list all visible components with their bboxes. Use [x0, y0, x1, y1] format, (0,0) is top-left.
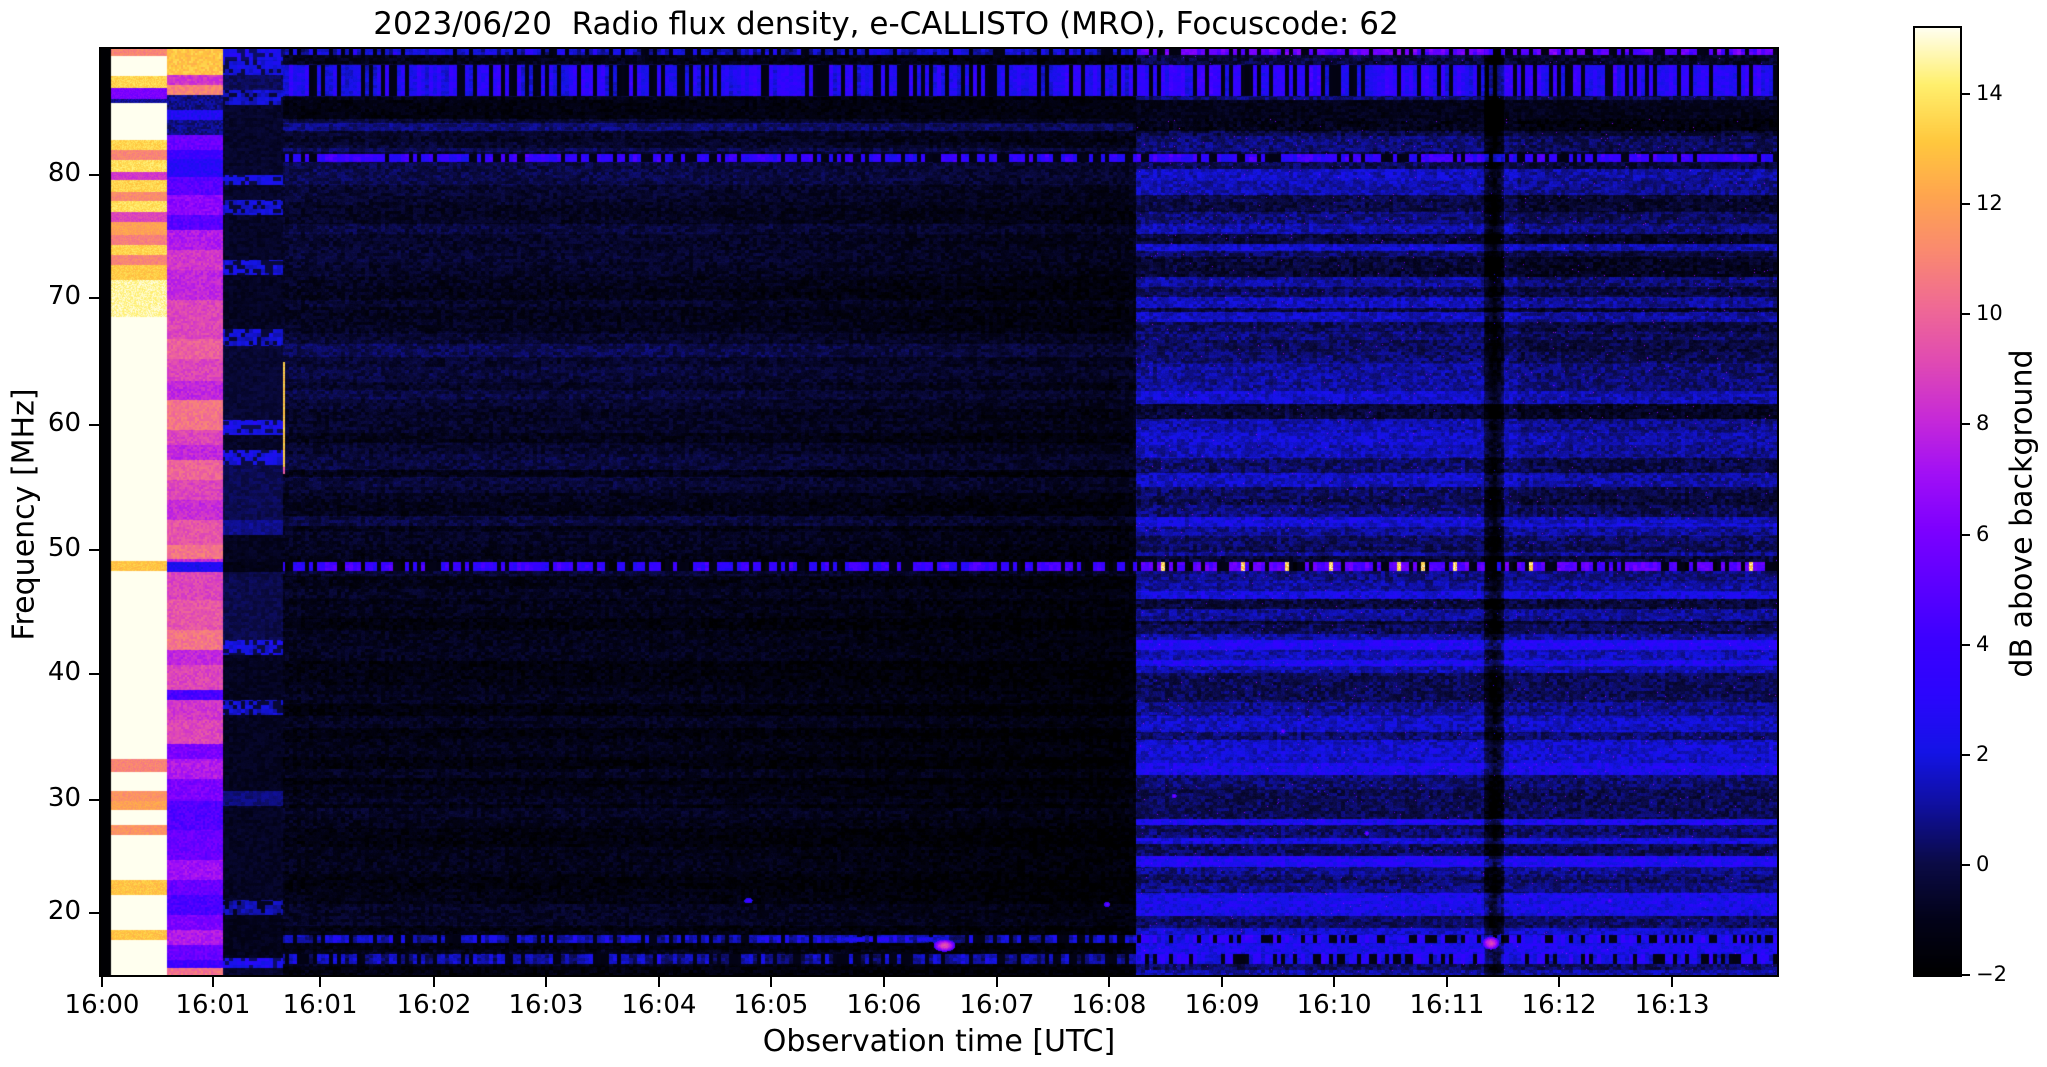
x-tick-label: 16:11 [1409, 990, 1485, 1020]
colorbar-tick-mark [1962, 753, 1970, 756]
colorbar-tick-mark [1962, 643, 1970, 646]
x-tick-mark [1445, 977, 1448, 987]
x-tick-mark [433, 977, 436, 987]
x-tick-mark [883, 977, 886, 987]
x-tick-mark [1333, 977, 1336, 987]
spectrogram-heatmap [101, 49, 1777, 975]
x-tick-label: 16:05 [733, 990, 809, 1020]
x-tick-mark [1671, 977, 1674, 987]
x-tick-mark [769, 977, 772, 987]
x-tick-mark [657, 977, 660, 987]
colorbar-tick-mark [1962, 93, 1970, 96]
colorbar-tick-mark [1962, 533, 1970, 536]
y-tick-label: 70 [47, 281, 81, 312]
y-tick-label: 40 [47, 657, 81, 688]
x-axis-label: Observation time [UTC] [762, 1024, 1116, 1059]
colorbar-tick-label: 6 [1976, 521, 1990, 546]
x-tick-label: 16:01 [175, 990, 251, 1020]
x-tick-mark [544, 977, 547, 987]
x-tick-mark [995, 977, 998, 987]
colorbar-tick-label: −2 [1976, 962, 2007, 986]
x-tick-label: 16:10 [1296, 990, 1372, 1020]
y-tick-label: 60 [47, 407, 81, 438]
colorbar-tick-mark [1962, 423, 1970, 426]
colorbar-tick-label: 2 [1976, 741, 1990, 766]
x-tick-label: 16:08 [1071, 990, 1147, 1020]
y-tick-mark [89, 673, 99, 676]
x-tick-label: 16:12 [1521, 990, 1597, 1020]
colorbar-tick-label: 14 [1976, 81, 2003, 106]
x-tick-mark [1558, 977, 1561, 987]
x-tick-mark [101, 977, 103, 987]
x-tick-label: 16:07 [959, 990, 1035, 1020]
x-tick-label: 16:06 [846, 990, 922, 1020]
y-tick-mark [89, 423, 99, 426]
colorbar-label: dB above background [2004, 349, 2040, 678]
y-tick-label: 20 [47, 895, 81, 926]
colorbar-tick-label: 8 [1976, 411, 1990, 436]
x-tick-label: 16:00 [64, 990, 140, 1020]
colorbar-tick-mark [1962, 863, 1970, 866]
y-tick-label: 80 [47, 157, 81, 188]
chart-title: 2023/06/20 Radio flux density, e-CALLIST… [373, 6, 1399, 42]
x-tick-mark [319, 977, 322, 987]
colorbar-gradient [1915, 28, 1960, 975]
y-tick-mark [89, 297, 99, 300]
y-tick-label: 50 [47, 532, 81, 563]
x-tick-label: 16:09 [1184, 990, 1260, 1020]
colorbar-tick-label: 0 [1976, 851, 1990, 876]
x-tick-mark [211, 977, 214, 987]
colorbar-tick-label: 4 [1976, 631, 1990, 656]
y-tick-label: 30 [47, 782, 81, 813]
spectrogram-figure: 2023/06/20 Radio flux density, e-CALLIST… [0, 0, 2047, 1067]
x-tick-label: 16:03 [508, 990, 584, 1020]
colorbar-tick-label: 10 [1976, 301, 2003, 326]
x-tick-mark [1107, 977, 1110, 987]
x-tick-mark [1221, 977, 1224, 987]
colorbar-tick-mark [1962, 313, 1970, 316]
y-tick-mark [89, 911, 99, 914]
x-tick-label: 16:13 [1634, 990, 1710, 1020]
colorbar-tick-label: 12 [1976, 191, 2003, 216]
x-tick-label: 16:01 [282, 990, 358, 1020]
y-tick-mark [89, 548, 99, 551]
x-tick-label: 16:04 [621, 990, 697, 1020]
colorbar-tick-mark [1962, 203, 1970, 206]
x-tick-label: 16:02 [396, 990, 472, 1020]
y-tick-mark [89, 173, 99, 176]
y-tick-mark [89, 798, 99, 801]
colorbar-tick-mark [1962, 974, 1970, 976]
